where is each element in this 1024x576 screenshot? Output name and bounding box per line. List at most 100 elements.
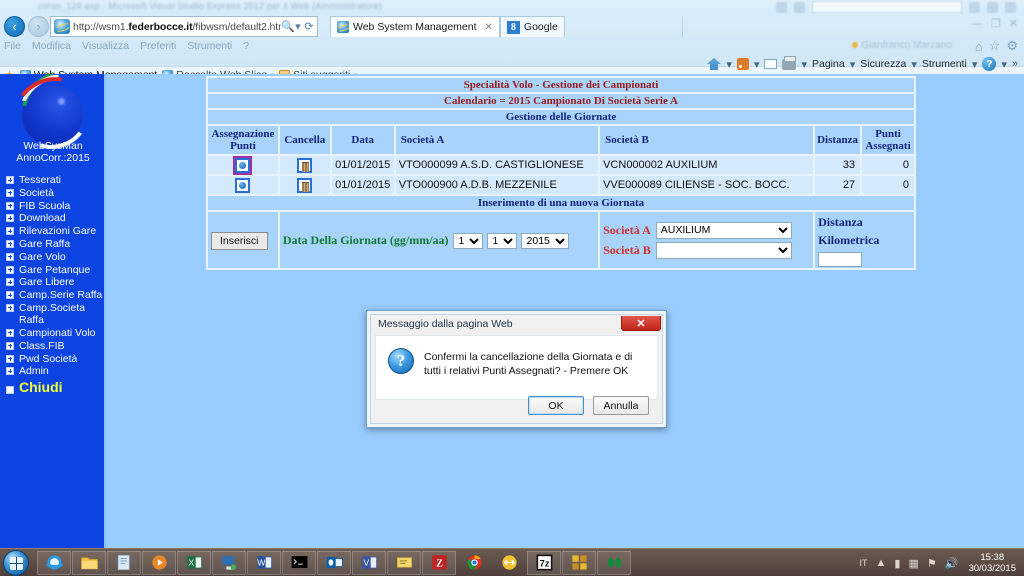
taskbar-teamviewer[interactable] [492,551,526,575]
help-icon[interactable]: ? [982,57,997,71]
sidebar-item-gare-petanque[interactable]: Gare Petanque [0,264,106,276]
sidebar-item-camp-serie-raffa[interactable]: Camp.Serie Raffa [0,289,106,301]
show-hidden-icons[interactable]: ▲ [876,557,887,569]
action-center-icon[interactable]: ⚑ [927,557,937,570]
distanza-input[interactable] [818,251,863,267]
chevron-down-icon[interactable]: ▾ [1001,58,1007,71]
language-indicator[interactable]: IT [860,558,868,568]
chevron-down-icon[interactable]: ▾ [754,58,760,71]
sidebar-item-tesserati[interactable]: Tesserati [0,174,106,186]
taskbar-file-explorer[interactable] [72,550,106,575]
trash-icon[interactable] [297,177,313,193]
taskbar-7zip[interactable]: 7z [527,550,561,575]
command-bar-overflow[interactable]: » [1012,58,1018,70]
sidebar-item-gare-volo[interactable]: Gare Volo [0,251,106,263]
assign-points-cell[interactable] [206,174,280,196]
taskbar-sticky-notes[interactable] [387,550,421,575]
taskbar-outlook[interactable] [317,550,351,575]
sidebar-item-pwd-societa[interactable]: Pwd Società [0,353,106,365]
sidebar-item-fib-scuola[interactable]: FIB Scuola [0,200,106,212]
inserisci-button[interactable]: Inserisci [211,231,268,250]
ok-button[interactable]: OK [528,396,584,415]
sidebar-item-gare-raffa[interactable]: Gare Raffa [0,238,106,250]
tab-web-system-management[interactable]: Web System Management ✕ [330,16,500,37]
year-select[interactable]: 2015 [520,233,569,249]
societa-a-select[interactable]: AUXILIUM [655,221,792,239]
print-icon[interactable] [782,55,797,70]
minimize-icon [969,1,980,13]
taskbar-word[interactable]: W [247,550,281,575]
sidebar-item-chiudi[interactable]: Chiudi [0,379,106,394]
taskbar-internet-explorer[interactable] [37,550,71,575]
trash-icon[interactable] [297,157,313,173]
expand-plus-icon [6,214,14,223]
command-sicurezza[interactable]: Sicurezza [860,58,906,70]
close-icon[interactable]: ✕ [485,22,493,33]
taskbar-excel[interactable]: X [177,550,211,575]
back-button[interactable]: ‹ [4,16,25,37]
tab-google[interactable]: 8 Google [499,16,565,37]
rss-feed-icon[interactable] [736,58,749,70]
taskbar-media-player[interactable] [142,550,176,575]
sidebar-item-campionati-volo[interactable]: Campionati Volo [0,327,106,339]
month-select[interactable]: 1 [486,233,517,249]
network-icon[interactable]: ▮ [894,557,900,570]
sidebar-item-download[interactable]: Download [0,212,106,224]
menu-item-preferiti[interactable]: Preferiti [140,40,176,52]
delete-cell[interactable] [277,154,332,176]
svg-text:Z: Z [436,558,443,569]
dialog-title: Messaggio dalla pagina Web [378,318,513,330]
search-icon[interactable]: 🔍▾ [281,20,301,33]
mail-icon[interactable] [764,59,778,69]
logo-text: WebSysMan AnnoCorr.:2015 [0,140,106,164]
taskbar-filezilla[interactable]: Z [422,550,456,575]
forward-button[interactable]: › [28,16,49,37]
menu-item-visualizza[interactable]: Visualizza [82,40,129,52]
chevron-down-icon[interactable]: ▾ [972,58,978,71]
taskbar-notepad[interactable] [107,550,141,575]
chevron-down-icon[interactable]: ▾ [850,58,856,71]
close-icon[interactable]: ✕ [621,316,661,331]
chevron-down-icon[interactable]: ▾ [726,58,732,71]
menu-item-modifica[interactable]: Modifica [32,40,71,52]
taskbar-visio[interactable]: V [352,550,386,575]
address-bar[interactable]: http://wsm1.federbocce.it/fibwsm/default… [50,16,318,37]
command-pagina[interactable]: Pagina [812,58,845,70]
sidebar-item-class-fib[interactable]: Class.FIB [0,340,106,352]
antivirus-icon[interactable]: ▦ [908,557,918,570]
sidebar-item-gare-libere[interactable]: Gare Libere [0,276,106,288]
taskbar-chrome[interactable] [457,551,491,575]
filter-icon [794,1,805,13]
taskbar-visual-studio[interactable] [597,550,631,575]
menu-item-strumenti[interactable]: Strumenti [187,40,232,52]
browser-navigation-row: ‹ › http://wsm1.federbocce.it/fibwsm/def… [0,16,1024,38]
assign-points-icon[interactable] [235,177,251,193]
delete-cell[interactable] [277,174,332,196]
sidebar-item-societa[interactable]: Società [0,187,106,199]
sidebar-item-admin[interactable]: Admin [0,365,106,377]
cancel-button[interactable]: Annulla [593,396,649,415]
assign-points-cell[interactable] [206,154,280,176]
taskbar-remote-desktop[interactable] [212,550,246,575]
societa-a-label: Società A [603,222,651,237]
sidebar-item-rilevazioni-gare[interactable]: Rilevazioni Gare [0,225,106,237]
sidebar-item-label: Gare Volo [19,250,66,263]
tab-label: Google [523,21,558,33]
windows-start-icon[interactable] [3,549,29,576]
taskbar-command-prompt[interactable] [282,550,316,575]
societa-b-select[interactable] [655,241,792,259]
refresh-icon[interactable]: ⟳ [301,20,317,33]
chevron-down-icon[interactable]: ▾ [801,58,807,71]
chevron-down-icon[interactable]: ▾ [911,58,917,71]
taskbar-puzzle-app[interactable] [562,550,596,575]
sidebar-item-camp-societa-raffa[interactable]: Camp.Societa Raffa [0,302,106,326]
assign-points-icon[interactable] [233,155,253,175]
command-strumenti[interactable]: Strumenti [922,58,967,70]
volume-icon[interactable]: 🔊 [945,557,959,570]
day-select[interactable]: 1 [452,233,483,249]
home-icon[interactable] [707,58,722,70]
column-societa-b: Società B [598,124,816,156]
menu-item-help[interactable]: ? [243,40,249,52]
clock[interactable]: 15:38 30/03/2015 [968,552,1016,574]
menu-item-file[interactable]: File [4,40,21,52]
